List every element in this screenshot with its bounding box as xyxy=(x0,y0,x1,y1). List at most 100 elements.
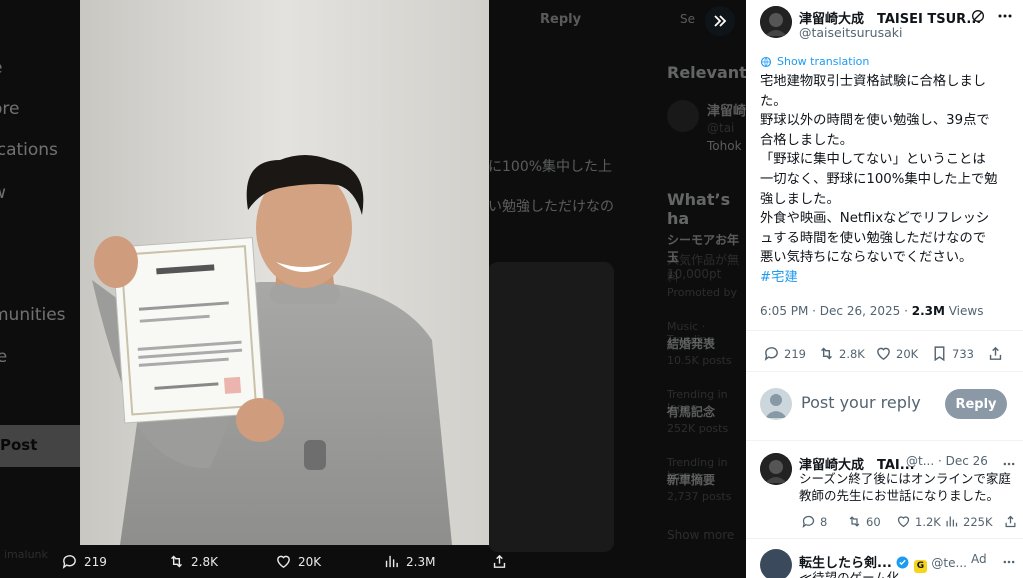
media-views-count: 2.3M xyxy=(406,554,436,569)
heart-icon xyxy=(277,555,290,569)
bg-trend4-title: 新車摘要 xyxy=(667,473,716,487)
media-share-button[interactable] xyxy=(491,553,508,570)
media-action-bar: 219 2.8K 20K 2.3M xyxy=(0,545,746,578)
reply-reply-button[interactable]: 8 xyxy=(801,514,827,529)
divider xyxy=(746,330,1023,331)
reply-handle-date[interactable]: @t... · Dec 26 xyxy=(906,454,988,468)
bookmark-button[interactable]: 733 xyxy=(931,345,974,362)
post-detail-panel: 津留崎大成 TAISEI TSUR... @taiseitsurusaki Sh… xyxy=(746,0,1023,578)
bg-relevant: Relevant xyxy=(667,63,746,82)
reply-icon xyxy=(62,555,76,569)
reply-button[interactable]: 219 xyxy=(763,345,806,362)
post-views-count: 2.3M xyxy=(911,304,945,318)
media-repost-button[interactable]: 2.8K xyxy=(168,553,218,570)
repost-icon xyxy=(171,555,182,568)
double-chevron-right-icon xyxy=(714,15,727,27)
ad-more-options-icon[interactable] xyxy=(1002,557,1016,567)
repost-icon xyxy=(849,516,860,527)
grok-icon[interactable] xyxy=(970,8,986,24)
ad-handle: @te... xyxy=(931,556,967,570)
ad-author-avatar[interactable] xyxy=(760,549,792,578)
bg-trend2-posts: 10.5K posts xyxy=(667,354,732,367)
post-button: Post xyxy=(0,425,80,467)
more-options-icon[interactable] xyxy=(997,10,1013,22)
show-translation-link[interactable]: Show translation xyxy=(760,55,869,68)
reply-share-button[interactable] xyxy=(1003,514,1018,529)
share-icon xyxy=(493,554,506,568)
share-icon xyxy=(989,346,1002,360)
bg-trend4-posts: 2,737 posts xyxy=(667,490,732,503)
reply-input[interactable]: Post your reply xyxy=(801,393,921,412)
bg-relevant-sub: Tohok xyxy=(707,139,742,153)
post-time[interactable]: 6:05 PM · Dec 26, 2025 · xyxy=(760,304,912,318)
nav-item-profile: le xyxy=(0,347,8,367)
views-chart-icon xyxy=(946,516,958,527)
reply-text: シーズン終了後にはオンラインで家庭教師の先生にお世話になりました。 xyxy=(799,471,1011,503)
repost-icon xyxy=(821,347,832,360)
reply-more-options-icon[interactable] xyxy=(1002,459,1016,469)
bg-show-more: Show more xyxy=(667,528,735,542)
ad-text: ≪待望のゲーム化 xyxy=(799,570,900,578)
repost-button[interactable]: 2.8K xyxy=(818,345,865,362)
bg-trend3-posts: 252K posts xyxy=(667,422,729,435)
divider xyxy=(746,371,1023,372)
bg-trend2-title: 結婚発表 xyxy=(667,337,716,351)
post-timestamp: 6:05 PM · Dec 26, 2025 · 2.3M Views xyxy=(760,304,984,318)
nav-item-notifications: ications xyxy=(0,140,58,160)
bookmark-count: 733 xyxy=(952,346,974,361)
reply-count: 219 xyxy=(784,346,806,361)
share-icon xyxy=(1005,515,1016,528)
heart-icon xyxy=(897,516,910,528)
translate-icon xyxy=(760,56,772,67)
reply-views-button[interactable]: 225K xyxy=(944,514,993,529)
hashtag-link[interactable]: #宅建 xyxy=(760,268,1018,288)
bg-reply-label: Reply xyxy=(540,12,582,27)
my-avatar xyxy=(760,388,792,420)
bg-tweet-fragment-1: に100%集中した上 xyxy=(488,159,613,175)
post-body: 宅地建物取引士資格試験に合格しまし た。 野球以外の時間を使い勉強し、39点で … xyxy=(760,72,1018,288)
media-repost-count: 2.8K xyxy=(191,554,218,569)
post-photo[interactable] xyxy=(80,0,489,545)
bg-tweet-fragment-2: い勉強しただけなの xyxy=(488,199,614,215)
bg-promoted: Promoted by xyxy=(667,286,737,299)
bg-relevant-avatar xyxy=(667,100,699,132)
reply-like-button[interactable]: 1.2K xyxy=(896,514,941,529)
bg-media-card xyxy=(488,262,614,552)
heart-icon xyxy=(877,347,890,361)
reply-repost-button[interactable]: 60 xyxy=(847,514,881,529)
bg-whats-happening: What’s ha xyxy=(667,190,731,228)
reply-submit-button[interactable]: Reply xyxy=(945,389,1007,419)
bg-relevant-handle: @tai xyxy=(707,121,735,135)
like-count: 20K xyxy=(896,346,919,361)
media-like-button[interactable]: 20K xyxy=(275,553,321,570)
bookmark-icon xyxy=(934,346,945,362)
media-reply-button[interactable]: 219 xyxy=(61,553,107,570)
media-reply-count: 219 xyxy=(84,554,107,569)
nav-item-messages: w xyxy=(0,183,6,203)
repost-count: 2.8K xyxy=(839,346,865,361)
bg-relevant-name: 津留崎 xyxy=(707,104,746,119)
reply-icon xyxy=(764,347,778,361)
bg-trend3-title: 有馬記念 xyxy=(667,405,716,419)
nav-item-home: e xyxy=(0,58,2,78)
verified-badge-icon xyxy=(896,556,909,569)
author-avatar[interactable] xyxy=(760,6,792,38)
bg-trend1-sub2: 10,000pt xyxy=(667,267,722,281)
ad-label: Ad xyxy=(971,552,987,566)
reply-author-avatar[interactable] xyxy=(760,453,792,485)
views-chart-icon xyxy=(385,555,398,568)
nav-item-communities: munities xyxy=(0,305,66,325)
divider xyxy=(746,440,1023,441)
default-avatar-icon xyxy=(765,394,787,418)
nav-item-explore: ore xyxy=(0,99,20,119)
like-button[interactable]: 20K xyxy=(875,345,918,362)
reply-icon xyxy=(802,515,815,528)
media-like-count: 20K xyxy=(298,554,322,569)
share-button[interactable] xyxy=(987,345,1004,362)
media-views-button[interactable]: 2.3M xyxy=(383,553,435,570)
divider xyxy=(746,538,1023,539)
show-translation-label: Show translation xyxy=(777,55,870,68)
author-handle[interactable]: @taiseitsurusaki xyxy=(799,25,903,40)
bg-search: Se xyxy=(680,12,695,26)
expand-panel-button[interactable] xyxy=(705,6,735,36)
